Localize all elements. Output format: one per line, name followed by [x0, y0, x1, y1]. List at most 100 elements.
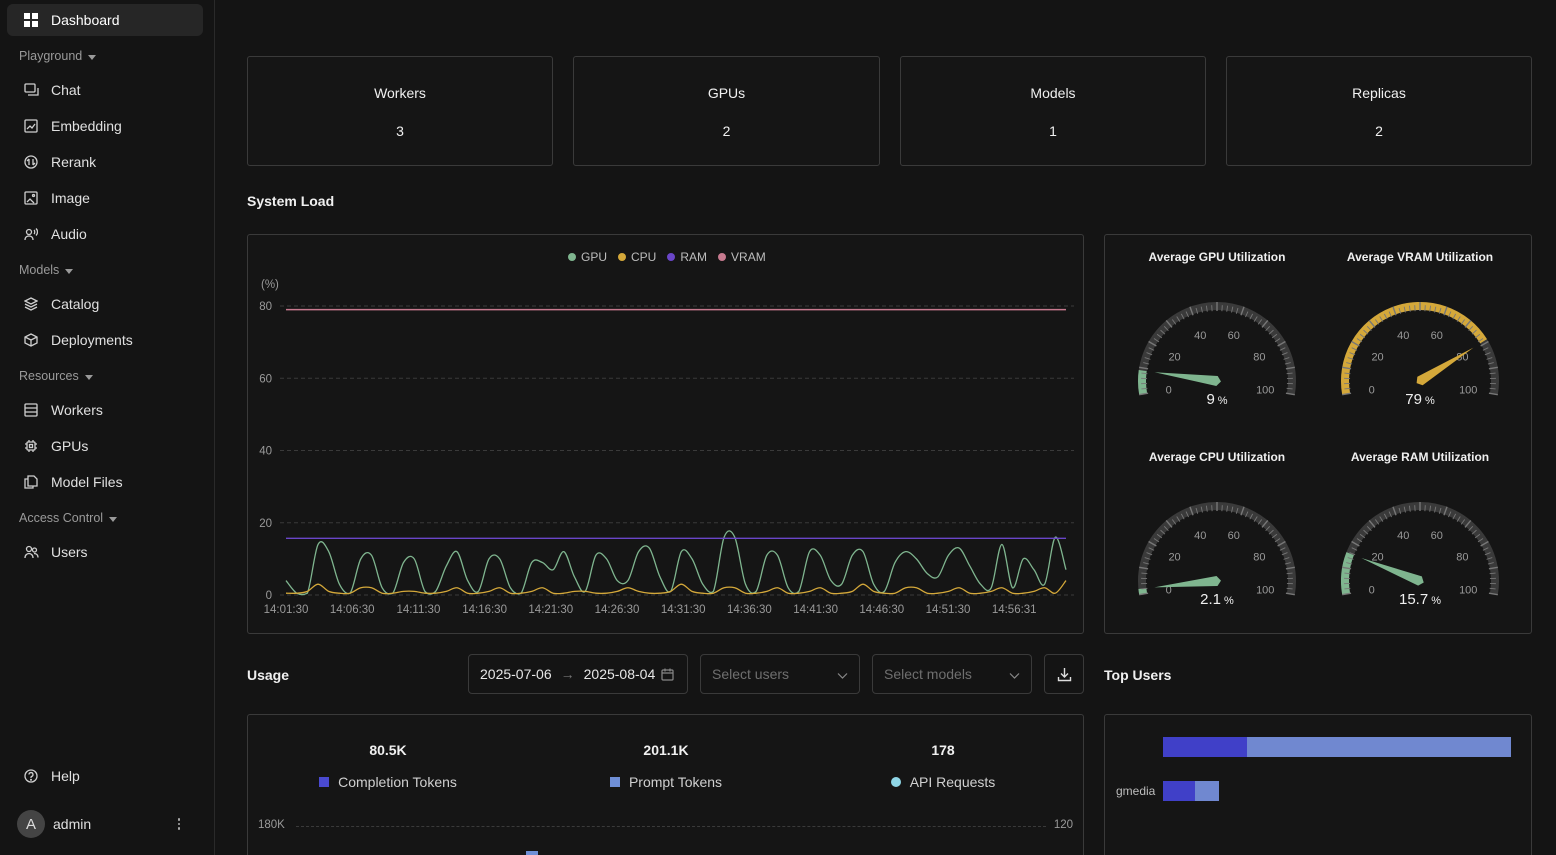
stat-label: GPUs [707, 85, 746, 101]
date-range-picker[interactable]: 2025-07-06 → 2025-08-04 [468, 654, 688, 694]
usage-chart-panel: 80.5K Completion Tokens 201.1K Prompt To… [247, 714, 1084, 855]
gauge-value: 2.1% [1200, 591, 1234, 608]
users-icon [23, 544, 39, 560]
top-users-title: Top Users [1104, 667, 1172, 683]
gauge-tick-label: 0 [1369, 585, 1375, 597]
stat-value: 1 [1049, 123, 1057, 139]
gauge-tick [1286, 587, 1293, 590]
stat-card-gpus: GPUs 2 [573, 56, 880, 166]
top-user-bar-completion [1163, 737, 1247, 757]
gauge-tick [1141, 387, 1148, 390]
sidebar: Dashboard Playground Chat Embedding Rera… [0, 0, 215, 855]
usage-stat-value: 201.1K [643, 742, 689, 758]
sidebar-item-image[interactable]: Image [7, 182, 203, 214]
sidebar-item-label: Rerank [51, 154, 97, 170]
usage-gridline [296, 826, 1046, 827]
sidebar-group-playground[interactable]: Playground [19, 49, 97, 63]
y-tick-label: 20 [259, 518, 272, 530]
more-options-icon[interactable] [172, 814, 186, 834]
gauge-needle [1361, 558, 1424, 586]
gauge-tick-label: 100 [1459, 585, 1477, 597]
layers-icon [23, 296, 39, 312]
stat-card-replicas: Replicas 2 [1226, 56, 1532, 166]
usage-bar [526, 851, 538, 855]
models-select-placeholder: Select models [884, 666, 972, 682]
stat-card-models: Models 1 [900, 56, 1206, 166]
system-load-chart-panel: GPU CPU RAM VRAM (%) 0 20 40 60 80 14:01:30 14:… [247, 234, 1084, 634]
sidebar-group-access-control[interactable]: Access Control [19, 511, 118, 525]
caret-down-icon [88, 54, 97, 60]
x-tick-label: 14:01:30 [264, 604, 309, 616]
sidebar-item-dashboard[interactable]: Dashboard [7, 4, 203, 36]
sidebar-item-label: Deployments [51, 332, 133, 348]
gauge-tick [1141, 372, 1148, 375]
gauge-tick-label: 60 [1228, 330, 1240, 342]
sidebar-item-workers[interactable]: Workers [7, 394, 203, 426]
gauge-tick-label: 0 [1166, 385, 1172, 397]
gauge-value: 79% [1405, 391, 1435, 408]
chevron-down-icon [837, 668, 848, 684]
gauge-tick-label: 60 [1228, 530, 1240, 542]
usage-title: Usage [247, 667, 290, 683]
sidebar-item-users[interactable]: Users [7, 536, 203, 568]
top-users-bars [1163, 737, 1511, 801]
gauge-tick-label: 100 [1256, 385, 1274, 397]
cube-icon [23, 332, 39, 348]
legend-swatch [609, 777, 620, 787]
sidebar-item-label: Help [51, 768, 80, 784]
rerank-icon [23, 154, 39, 170]
gauge-value: 15.7% [1399, 591, 1441, 608]
chevron-down-icon [1009, 668, 1020, 684]
date-to[interactable]: 2025-08-04 [584, 666, 656, 682]
system-load-chart: (%) 0 20 40 60 80 14:01:30 14:06:30 14:11:30 14:1… [259, 279, 1074, 616]
sidebar-group-resources[interactable]: Resources [19, 369, 93, 383]
usage-stat-label: API Requests [909, 774, 996, 790]
sidebar-item-help[interactable]: Help [7, 760, 203, 792]
user-name[interactable]: admin [53, 816, 91, 832]
sidebar-group-models[interactable]: Models [19, 263, 74, 277]
gauge-tick [1286, 572, 1293, 575]
sidebar-item-label: Users [51, 544, 88, 560]
gauge-tick-label: 80 [1253, 352, 1265, 364]
y-tick-label: 40 [259, 446, 272, 458]
avatar[interactable]: A [17, 810, 45, 838]
models-select[interactable]: Select models [872, 654, 1032, 694]
gauge-tick [1286, 372, 1293, 375]
gauge-unit: % [1431, 595, 1441, 607]
gauge-fill [1341, 302, 1487, 395]
usage-stat-label: Completion Tokens [338, 774, 457, 790]
users-select-placeholder: Select users [712, 666, 790, 682]
audio-icon [23, 226, 39, 242]
x-tick-label: 14:21:30 [528, 604, 573, 616]
sidebar-item-label: Catalog [51, 296, 100, 312]
export-button[interactable] [1044, 654, 1084, 694]
sidebar-item-embedding[interactable]: Embedding [7, 110, 203, 142]
gauge-needle [1416, 347, 1474, 386]
legend-swatch [319, 777, 330, 787]
sidebar-item-label: Embedding [51, 118, 122, 134]
top-user-bar-prompt [1195, 781, 1219, 801]
top-users-panel: admin gmedia [1104, 714, 1532, 855]
caret-down-icon [65, 268, 74, 274]
sidebar-item-chat[interactable]: Chat [7, 74, 203, 106]
date-from[interactable]: 2025-07-06 [480, 666, 552, 682]
gauge-unit: % [1224, 595, 1234, 607]
y-tick-label: 80 [259, 301, 272, 313]
top-user-bar-prompt [1247, 737, 1511, 757]
sidebar-item-model-files[interactable]: Model Files [7, 466, 203, 498]
dashboard-icon [23, 12, 39, 28]
sidebar-item-label: Chat [51, 82, 81, 98]
gauge-tick [1344, 387, 1351, 390]
gauge-tick-label: 100 [1256, 585, 1274, 597]
sidebar-item-gpus[interactable]: GPUs [7, 430, 203, 462]
sidebar-item-audio[interactable]: Audio [7, 218, 203, 250]
sidebar-item-rerank[interactable]: Rerank [7, 146, 203, 178]
image-icon [23, 190, 39, 206]
users-select[interactable]: Select users [700, 654, 860, 694]
usage-stat-value: 80.5K [369, 742, 407, 758]
gauge-fill [1138, 370, 1148, 395]
gauge-tick-label: 0 [1369, 385, 1375, 397]
sidebar-item-deployments[interactable]: Deployments [7, 324, 203, 356]
sidebar-item-catalog[interactable]: Catalog [7, 288, 203, 320]
x-tick-label: 14:11:30 [396, 604, 440, 616]
